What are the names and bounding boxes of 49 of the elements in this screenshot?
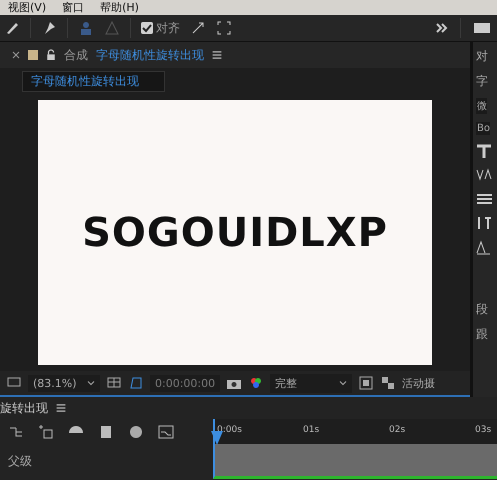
baseline-icon bbox=[476, 239, 492, 255]
menu-icon[interactable] bbox=[212, 50, 222, 60]
resolution-dropdown[interactable]: 完整 bbox=[270, 374, 352, 392]
composition-tab[interactable]: 字母随机性旋转出现 bbox=[96, 46, 204, 64]
ruler-label: 01s bbox=[303, 425, 320, 435]
expand-arrows-icon[interactable] bbox=[190, 20, 206, 36]
ruler-label: 03s bbox=[475, 425, 492, 435]
sparkle-cube-icon[interactable] bbox=[38, 424, 54, 440]
font-family-field[interactable]: 微 bbox=[476, 98, 487, 114]
zoom-dropdown[interactable]: (83.1%) bbox=[28, 374, 100, 392]
pen-icon[interactable] bbox=[4, 20, 20, 36]
font-style-field[interactable]: Bo bbox=[476, 122, 490, 135]
panel-tab[interactable]: 对 bbox=[476, 48, 497, 65]
ruler-label: 02s bbox=[389, 425, 406, 435]
timecode-field[interactable]: 0:00:00:00 bbox=[150, 374, 220, 392]
align-lines-icon bbox=[476, 191, 492, 207]
time-ruler[interactable]: 0:00s 01s 02s 03s bbox=[213, 419, 497, 444]
playhead[interactable] bbox=[211, 431, 223, 445]
frame-icon[interactable] bbox=[216, 20, 232, 36]
font-size-icon bbox=[476, 143, 492, 159]
region-icon[interactable] bbox=[358, 375, 374, 391]
disc-icon[interactable] bbox=[128, 424, 144, 440]
menu-item[interactable]: 视图(V) bbox=[8, 0, 46, 15]
check-icon bbox=[142, 23, 152, 33]
paragraph-label: 段 bbox=[476, 301, 489, 318]
section-label: 字 bbox=[476, 73, 489, 90]
timeline-tab[interactable]: 旋转出现 bbox=[0, 400, 48, 416]
menu-item[interactable]: 帮助(H) bbox=[100, 0, 139, 15]
menu-item[interactable]: 窗口 bbox=[62, 0, 84, 15]
checkerboard-icon[interactable] bbox=[380, 375, 396, 391]
composition-subtab[interactable]: 字母随机性旋转出现 bbox=[22, 70, 165, 92]
mask-icon[interactable] bbox=[128, 375, 144, 391]
column-header: 父级 bbox=[8, 453, 32, 470]
camera-dropdown[interactable]: 活动摄 bbox=[402, 376, 436, 390]
close-icon[interactable] bbox=[12, 51, 20, 59]
tracker-label: 跟 bbox=[476, 326, 489, 343]
panel-label: 合成 bbox=[64, 46, 88, 64]
color-swatch-icon bbox=[28, 50, 38, 60]
graph-icon[interactable] bbox=[158, 424, 174, 440]
canvas-text: SOGOUIDLXP bbox=[82, 210, 388, 256]
leading-icon bbox=[476, 215, 492, 231]
ruler-label: 0:00s bbox=[217, 425, 242, 435]
snap-checkbox[interactable]: 对齐 bbox=[141, 20, 180, 36]
caret-icon bbox=[339, 379, 348, 387]
menu-icon[interactable] bbox=[56, 403, 66, 413]
triangle-icon bbox=[104, 20, 120, 36]
kerning-icon bbox=[476, 167, 492, 183]
caret-icon bbox=[87, 379, 95, 387]
lock-icon bbox=[46, 49, 56, 61]
